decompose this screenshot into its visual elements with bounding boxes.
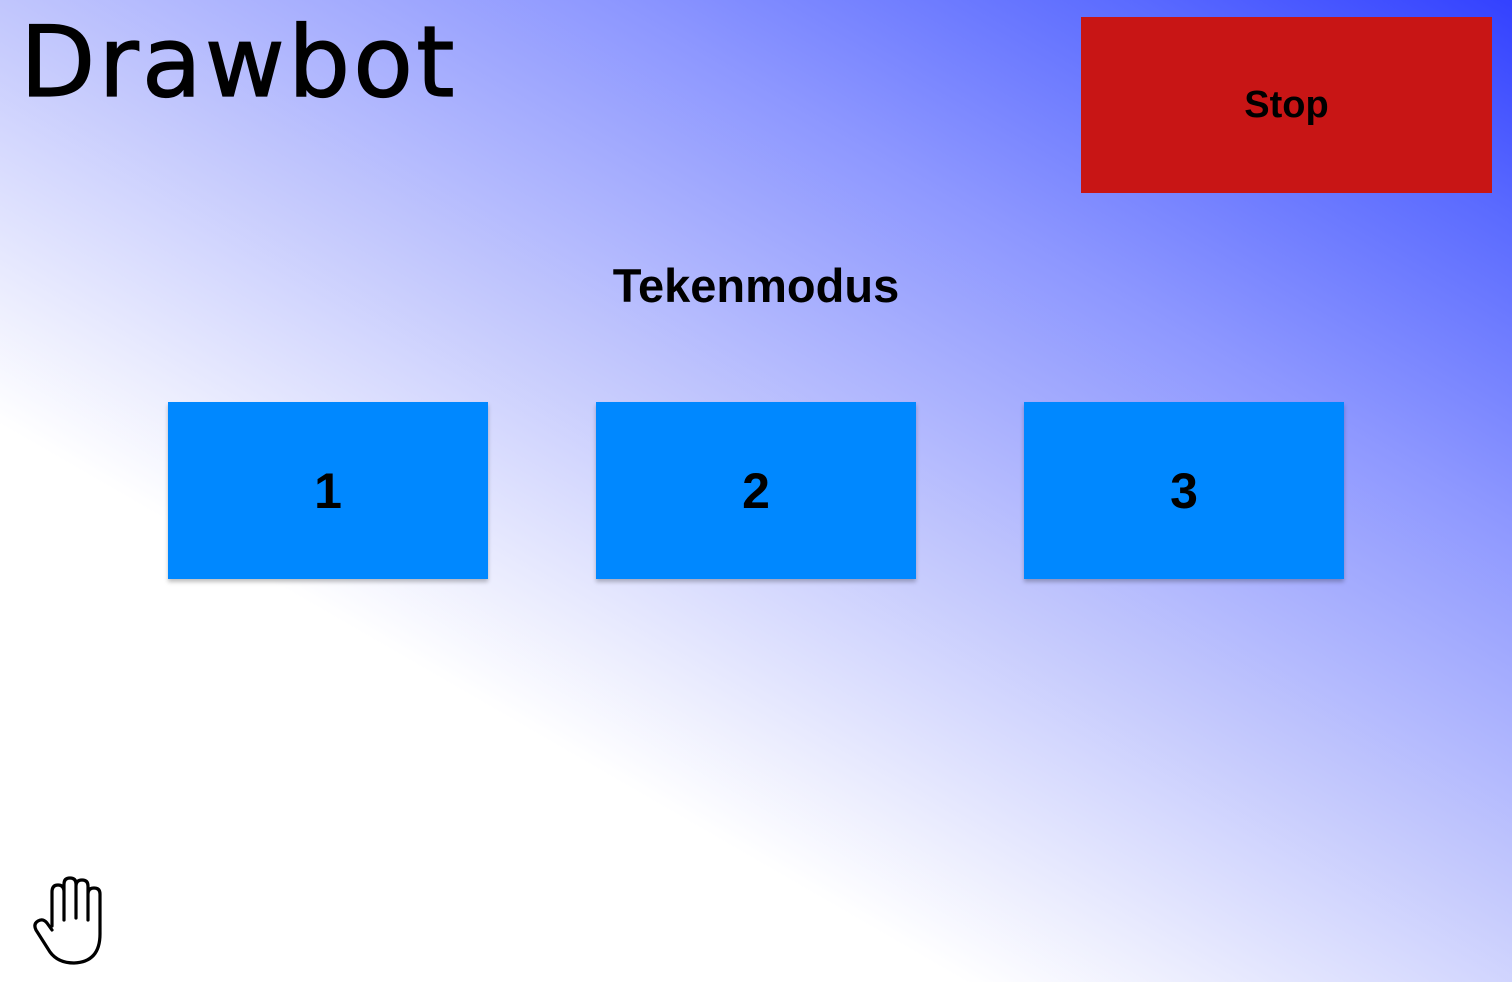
page-title: Tekenmodus bbox=[612, 259, 900, 312]
hand-icon[interactable] bbox=[30, 874, 106, 968]
app-logo: Drawbot bbox=[19, 6, 458, 120]
mode-1-button[interactable]: 1 bbox=[168, 402, 488, 579]
stop-button[interactable]: Stop bbox=[1081, 17, 1492, 193]
mode-2-button[interactable]: 2 bbox=[596, 402, 916, 579]
mode-3-button[interactable]: 3 bbox=[1024, 402, 1344, 579]
